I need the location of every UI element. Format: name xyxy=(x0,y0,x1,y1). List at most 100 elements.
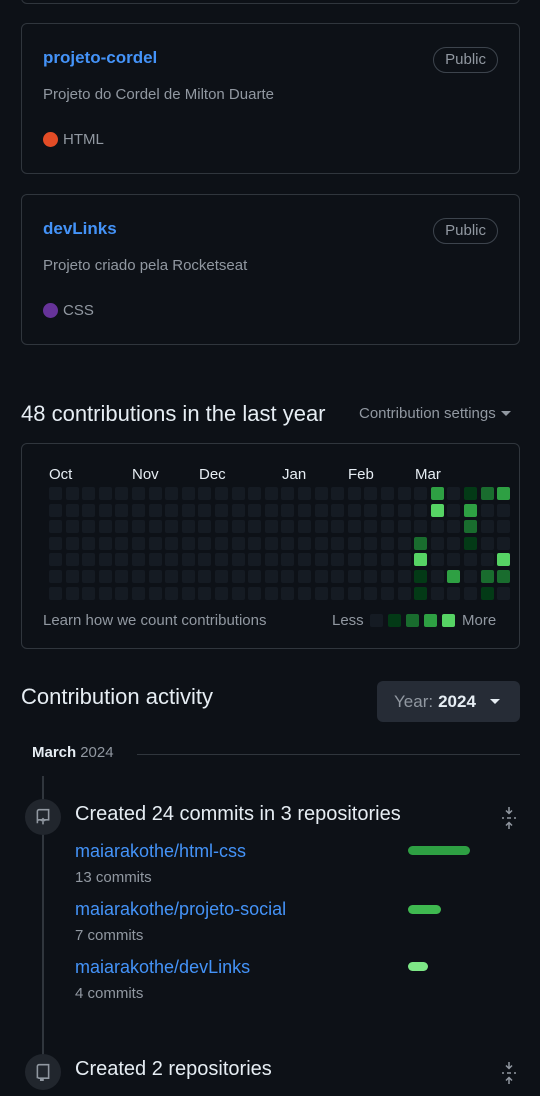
contribution-day-cell[interactable] xyxy=(82,586,96,600)
contribution-day-cell[interactable] xyxy=(148,553,162,567)
contribution-day-cell[interactable] xyxy=(132,553,145,567)
contribution-day-cell[interactable] xyxy=(397,553,411,567)
contribution-day-cell[interactable] xyxy=(397,586,411,600)
contribution-day-cell[interactable] xyxy=(215,520,228,534)
contribution-day-cell[interactable] xyxy=(231,570,245,583)
contribution-day-cell[interactable] xyxy=(115,536,129,550)
contribution-day-cell[interactable] xyxy=(281,520,295,534)
contribution-day-cell[interactable] xyxy=(231,520,245,534)
contribution-day-cell[interactable] xyxy=(281,487,295,500)
contribution-settings-dropdown[interactable]: Contribution settings xyxy=(359,405,511,422)
learn-contributions-link[interactable]: Learn how we count contributions xyxy=(43,612,266,629)
contribution-day-cell[interactable] xyxy=(98,553,112,567)
contribution-day-cell[interactable] xyxy=(248,586,262,600)
contribution-day-cell[interactable] xyxy=(231,536,245,550)
contribution-day-cell[interactable] xyxy=(198,536,212,550)
contribution-day-cell[interactable] xyxy=(497,520,511,534)
contribution-day-cell[interactable] xyxy=(430,553,444,567)
contribution-day-cell[interactable] xyxy=(231,553,245,567)
contribution-day-cell[interactable] xyxy=(464,586,477,600)
contribution-day-cell[interactable] xyxy=(447,553,461,567)
contribution-day-cell[interactable] xyxy=(264,487,278,500)
repo-link[interactable]: projeto-cordel xyxy=(43,48,157,68)
fold-icon[interactable] xyxy=(500,806,518,830)
contribution-day-cell[interactable] xyxy=(464,553,477,567)
contribution-day-cell[interactable] xyxy=(364,520,378,534)
contribution-day-cell[interactable] xyxy=(264,553,278,567)
contribution-day-cell[interactable] xyxy=(215,570,228,583)
contribution-day-cell[interactable] xyxy=(165,487,179,500)
contribution-day-cell[interactable] xyxy=(364,586,378,600)
contribution-day-cell[interactable] xyxy=(65,520,79,534)
contribution-day-cell[interactable] xyxy=(231,503,245,517)
contribution-day-cell[interactable] xyxy=(49,536,62,550)
contribution-day-cell[interactable] xyxy=(347,553,361,567)
contribution-day-cell[interactable] xyxy=(215,503,228,517)
contribution-day-cell[interactable] xyxy=(181,520,195,534)
contribution-day-cell[interactable] xyxy=(165,520,179,534)
contribution-day-cell[interactable] xyxy=(298,553,311,567)
contribution-day-cell[interactable] xyxy=(82,553,96,567)
contribution-day-cell[interactable] xyxy=(281,586,295,600)
contribution-day-cell[interactable] xyxy=(215,487,228,500)
contribution-day-cell[interactable] xyxy=(198,520,212,534)
contribution-day-cell[interactable] xyxy=(414,520,428,534)
contribution-day-cell[interactable] xyxy=(381,520,394,534)
contribution-day-cell[interactable] xyxy=(347,536,361,550)
contribution-day-cell[interactable] xyxy=(314,570,328,583)
contribution-day-cell[interactable] xyxy=(480,503,494,517)
contribution-day-cell[interactable] xyxy=(248,536,262,550)
contribution-day-cell[interactable] xyxy=(248,487,262,500)
contribution-day-cell[interactable] xyxy=(264,503,278,517)
contribution-day-cell[interactable] xyxy=(331,570,345,583)
contribution-day-cell[interactable] xyxy=(347,487,361,500)
contribution-day-cell[interactable] xyxy=(298,520,311,534)
contribution-day-cell[interactable] xyxy=(148,503,162,517)
contribution-day-cell[interactable] xyxy=(82,570,96,583)
contribution-day-cell[interactable] xyxy=(49,570,62,583)
contribution-day-cell[interactable] xyxy=(430,586,444,600)
contribution-day-cell[interactable] xyxy=(414,503,428,517)
contribution-day-cell[interactable] xyxy=(480,570,494,583)
contribution-day-cell[interactable] xyxy=(381,503,394,517)
contribution-day-cell[interactable] xyxy=(115,487,129,500)
contribution-day-cell[interactable] xyxy=(98,487,112,500)
contribution-day-cell[interactable] xyxy=(331,487,345,500)
contribution-day-cell[interactable] xyxy=(414,487,428,500)
contribution-day-cell[interactable] xyxy=(65,487,79,500)
contribution-day-cell[interactable] xyxy=(430,570,444,583)
contribution-day-cell[interactable] xyxy=(82,487,96,500)
contribution-day-cell[interactable] xyxy=(98,586,112,600)
contribution-day-cell[interactable] xyxy=(98,570,112,583)
contribution-day-cell[interactable] xyxy=(165,503,179,517)
contribution-day-cell[interactable] xyxy=(165,570,179,583)
contribution-day-cell[interactable] xyxy=(198,487,212,500)
contribution-day-cell[interactable] xyxy=(464,487,477,500)
contribution-day-cell[interactable] xyxy=(281,570,295,583)
contribution-day-cell[interactable] xyxy=(381,570,394,583)
contribution-day-cell[interactable] xyxy=(381,586,394,600)
contribution-day-cell[interactable] xyxy=(115,520,129,534)
commit-repo-link[interactable]: maiarakothe/devLinks xyxy=(75,957,250,978)
contribution-day-cell[interactable] xyxy=(331,503,345,517)
commit-repo-link[interactable]: maiarakothe/projeto-social xyxy=(75,899,286,920)
contribution-day-cell[interactable] xyxy=(49,586,62,600)
contribution-day-cell[interactable] xyxy=(98,536,112,550)
contribution-day-cell[interactable] xyxy=(314,586,328,600)
contribution-day-cell[interactable] xyxy=(447,503,461,517)
contribution-day-cell[interactable] xyxy=(82,503,96,517)
contribution-day-cell[interactable] xyxy=(181,553,195,567)
contribution-day-cell[interactable] xyxy=(198,586,212,600)
contribution-day-cell[interactable] xyxy=(364,503,378,517)
contribution-day-cell[interactable] xyxy=(65,503,79,517)
contribution-day-cell[interactable] xyxy=(165,536,179,550)
contribution-day-cell[interactable] xyxy=(430,520,444,534)
contribution-day-cell[interactable] xyxy=(381,536,394,550)
contribution-day-cell[interactable] xyxy=(397,536,411,550)
contribution-day-cell[interactable] xyxy=(132,536,145,550)
contribution-day-cell[interactable] xyxy=(231,487,245,500)
contribution-day-cell[interactable] xyxy=(148,520,162,534)
contribution-day-cell[interactable] xyxy=(215,586,228,600)
contribution-day-cell[interactable] xyxy=(464,503,477,517)
contribution-day-cell[interactable] xyxy=(331,586,345,600)
